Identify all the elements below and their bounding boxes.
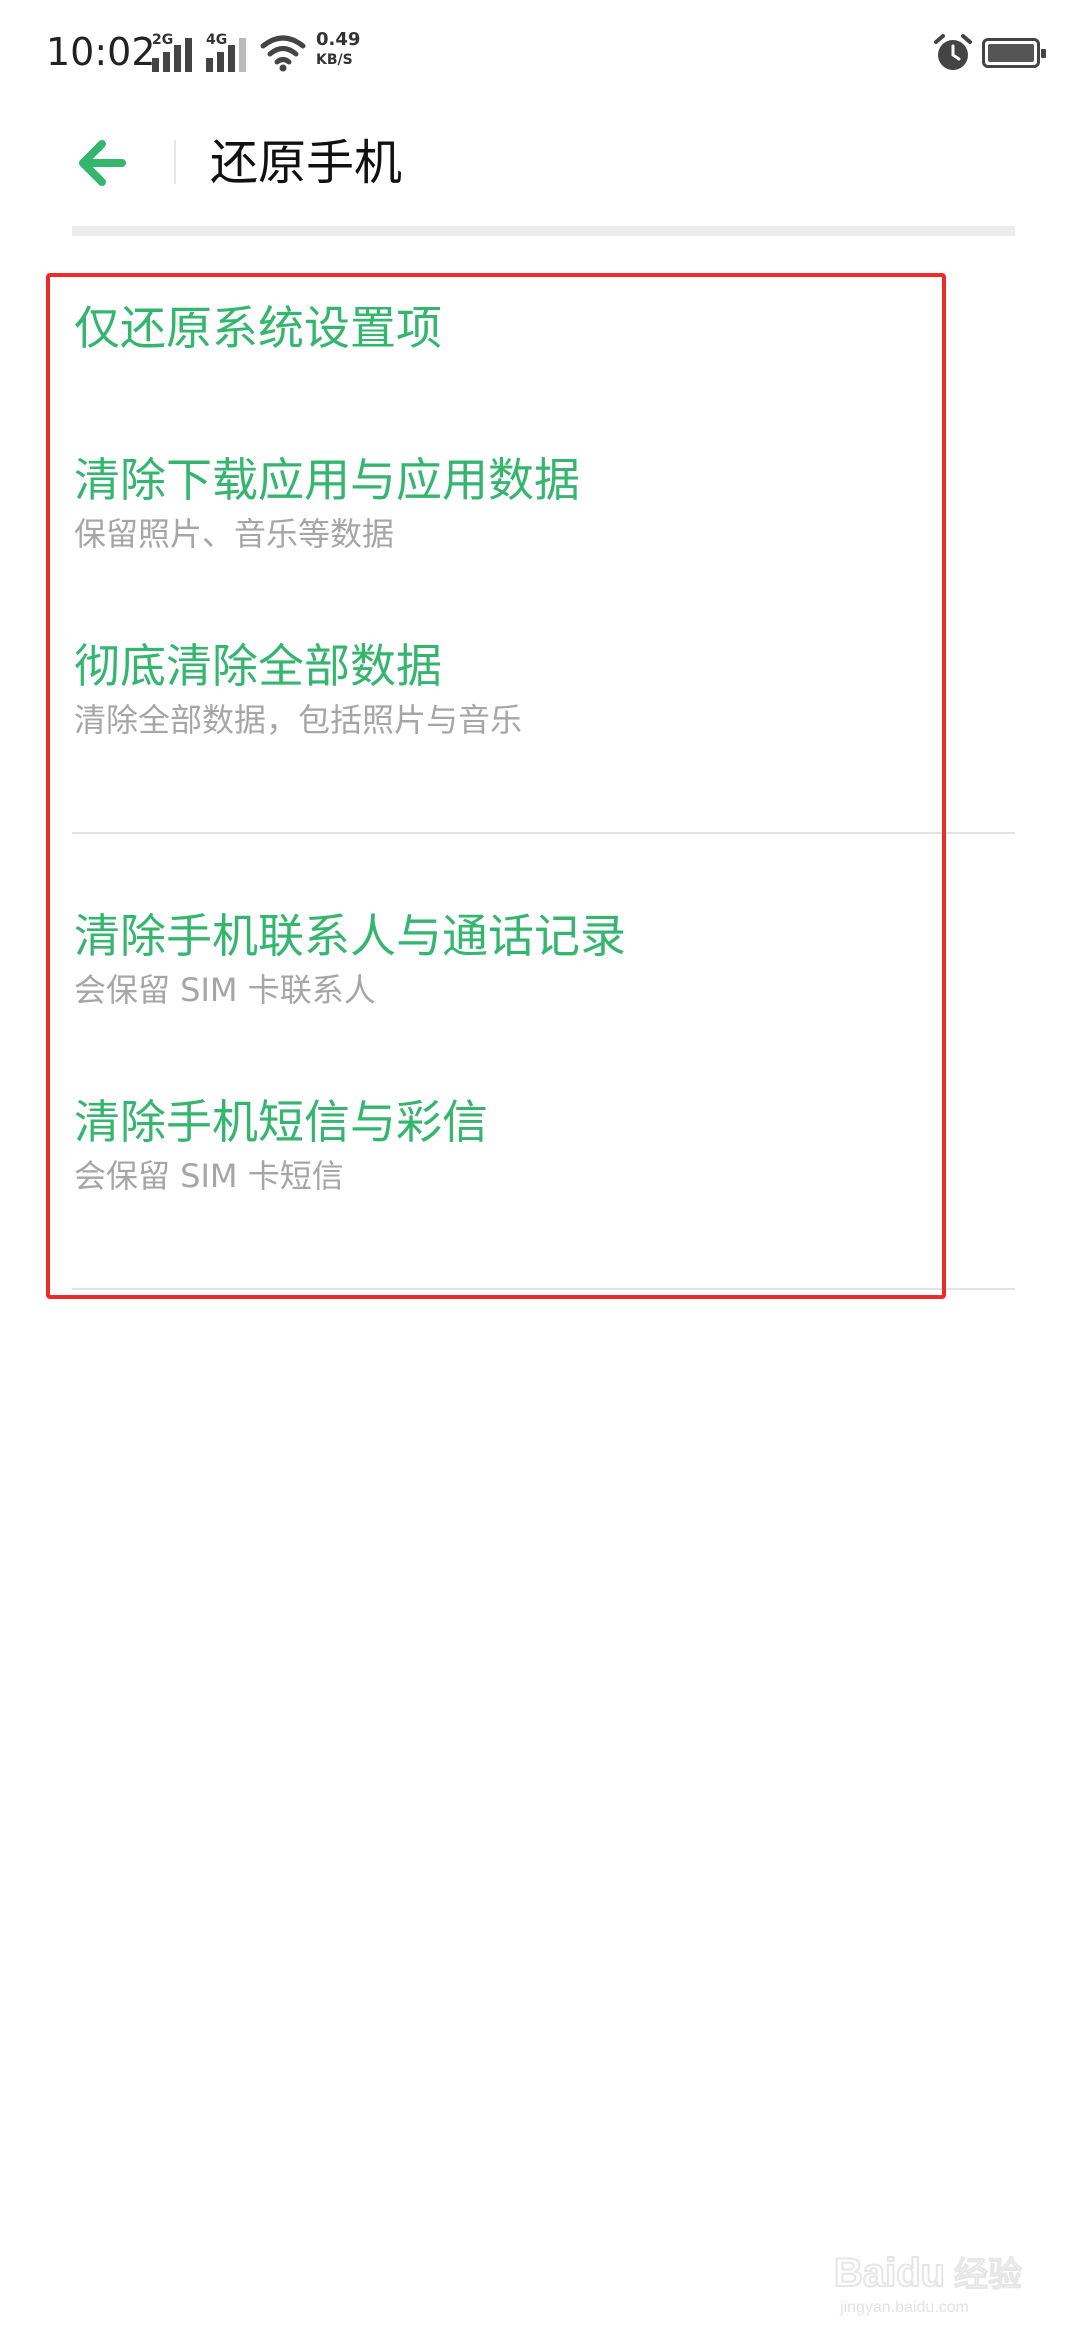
watermark-url: jingyan.baidu.com bbox=[839, 2299, 969, 2316]
battery-icon bbox=[982, 38, 1046, 68]
header-shadow bbox=[72, 226, 1015, 236]
watermark-brand: Baidu bbox=[834, 2251, 945, 2295]
status-bar: 10:02 2G 4G 0.49 KB/S bbox=[0, 0, 1080, 110]
watermark-cn: 经验 bbox=[954, 2255, 1022, 2295]
speed-value: 0.49 bbox=[316, 29, 361, 50]
network-speed: 0.49 KB/S bbox=[316, 30, 360, 70]
signal-4g-label: 4G bbox=[206, 32, 228, 48]
back-arrow-icon[interactable] bbox=[70, 128, 140, 198]
wifi-icon bbox=[260, 35, 306, 72]
app-header: 还原手机 bbox=[0, 110, 1080, 230]
page-title: 还原手机 bbox=[210, 135, 403, 191]
screen: 10:02 2G 4G 0.49 KB/S 还原手机 仅还原系统设置项 清除下载… bbox=[0, 0, 1080, 2340]
signal-4g-icon: 4G bbox=[206, 32, 258, 72]
status-time: 10:02 bbox=[46, 30, 156, 74]
signal-2g-icon: 2G bbox=[152, 32, 202, 72]
speed-unit: KB/S bbox=[316, 52, 353, 68]
header-divider bbox=[174, 140, 176, 184]
highlight-box bbox=[46, 273, 946, 1299]
alarm-icon bbox=[934, 34, 972, 70]
signal-2g-label: 2G bbox=[152, 32, 174, 48]
baidu-jingyan-watermark: Baidu 经验 jingyan.baidu.com bbox=[833, 2250, 1023, 2316]
